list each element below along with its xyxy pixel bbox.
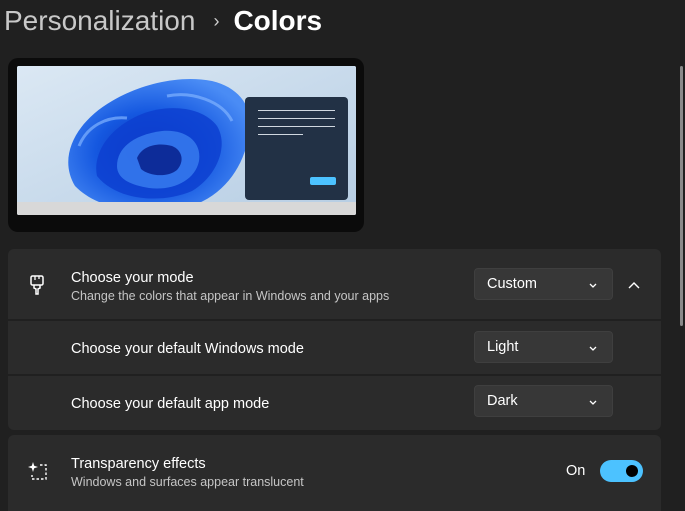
app-mode-dropdown-value: Dark — [487, 393, 518, 409]
transparency-state-label: On — [566, 463, 586, 479]
preview-desktop — [17, 66, 356, 215]
windows-mode-row: Choose your default Windows mode Light — [8, 321, 661, 374]
transparency-toggle[interactable] — [600, 460, 643, 482]
app-mode-dropdown[interactable]: Dark — [474, 385, 613, 417]
transparency-effects-row[interactable]: Transparency effects Windows and surface… — [8, 435, 661, 511]
mode-dropdown[interactable]: Custom — [474, 268, 613, 300]
windows-mode-dropdown[interactable]: Light — [474, 331, 613, 363]
theme-preview — [8, 58, 364, 232]
paintbrush-icon — [28, 274, 46, 301]
chevron-down-icon — [588, 395, 598, 411]
breadcrumb: Personalization › Colors — [4, 0, 322, 42]
toggle-knob — [626, 465, 638, 477]
breadcrumb-chevron-icon: › — [213, 10, 220, 31]
choose-mode-row[interactable]: Choose your mode Change the colors that … — [8, 249, 661, 319]
windows-mode-dropdown-value: Light — [487, 339, 519, 355]
scrollbar[interactable] — [680, 66, 683, 326]
transparency-description: Windows and surfaces appear translucent — [71, 475, 304, 489]
choose-mode-title: Choose your mode — [71, 270, 194, 286]
preview-window — [245, 97, 348, 200]
transparency-sparkle-icon — [27, 461, 49, 486]
app-mode-title: Choose your default app mode — [71, 396, 270, 412]
transparency-title: Transparency effects — [71, 456, 206, 472]
chevron-down-icon — [588, 278, 598, 294]
windows-mode-title: Choose your default Windows mode — [71, 341, 304, 357]
app-mode-row: Choose your default app mode Dark — [8, 376, 661, 430]
breadcrumb-personalization-link[interactable]: Personalization — [4, 5, 195, 37]
choose-mode-description: Change the colors that appear in Windows… — [71, 289, 390, 303]
collapse-chevron-up-icon[interactable] — [627, 277, 641, 295]
mode-dropdown-value: Custom — [487, 276, 537, 292]
preview-taskbar — [17, 202, 356, 215]
mode-settings-group: Choose your mode Change the colors that … — [8, 249, 661, 430]
colors-settings-page: Personalization › Colors Choose your mod… — [0, 0, 685, 511]
chevron-down-icon — [588, 341, 598, 357]
preview-accent-button — [310, 177, 336, 185]
page-title: Colors — [233, 5, 323, 36]
